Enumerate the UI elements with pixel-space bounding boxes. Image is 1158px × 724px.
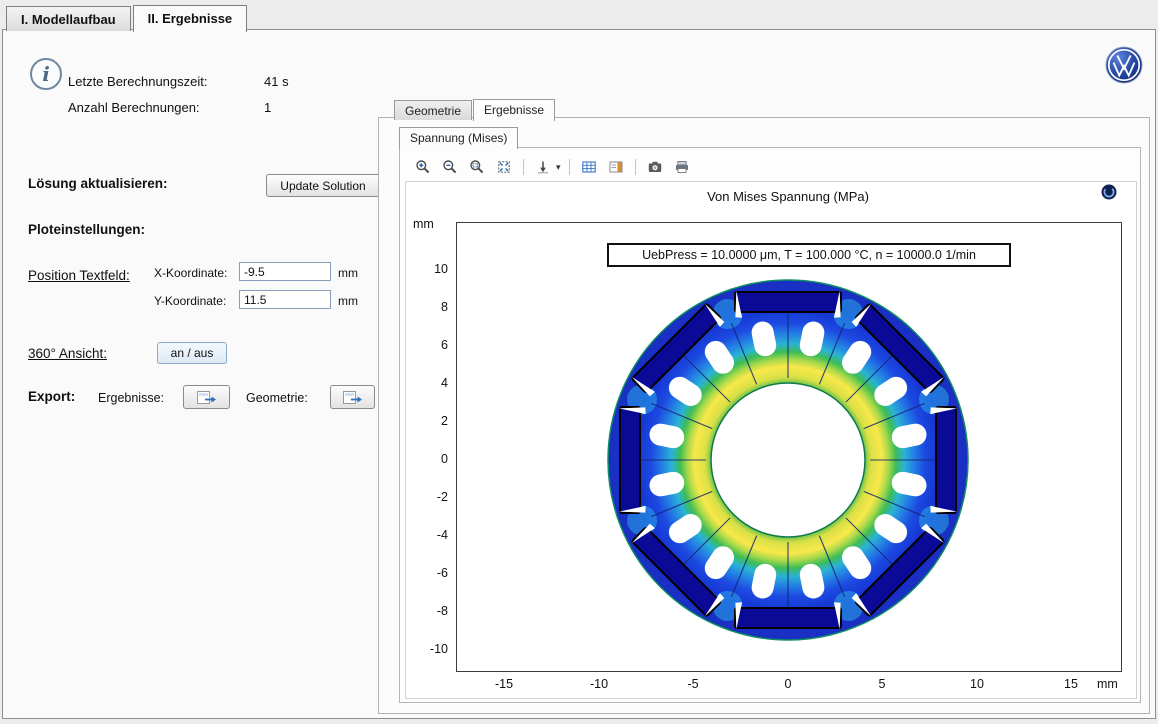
camera-icon (647, 159, 663, 175)
y-coordinate-label: Y-Koordinate: (154, 294, 226, 308)
main-tabbar: I. Modellaufbau II. Ergebnisse (6, 5, 249, 31)
zoom-out-icon (442, 159, 458, 175)
print-button[interactable] (671, 157, 693, 177)
zoom-in-button[interactable] (412, 157, 434, 177)
snapshot-button[interactable] (644, 157, 666, 177)
export-results-icon (197, 391, 217, 404)
legend-icon (608, 159, 624, 175)
chevron-down-icon[interactable]: ▾ (556, 162, 561, 173)
toolbar-separator (569, 159, 570, 175)
y-axis-unit: mm (413, 217, 434, 231)
zoom-extents-button[interactable] (493, 157, 515, 177)
y-unit-label: mm (338, 294, 358, 308)
y-coordinate-input[interactable] (239, 290, 331, 309)
calc-count-value: 1 (264, 100, 271, 115)
y-tick-label: 6 (404, 338, 452, 352)
grid-icon (581, 159, 597, 175)
y-tick-label: -8 (404, 604, 452, 618)
plot-tabbar: Spannung (Mises) (399, 127, 519, 148)
export-results-label: Ergebnisse: (98, 391, 164, 405)
vw-logo (1105, 46, 1143, 84)
x-tick-label: 5 (857, 677, 907, 691)
plot-canvas[interactable] (456, 222, 1122, 672)
tab-spannung-mises[interactable]: Spannung (Mises) (399, 127, 518, 149)
calc-count-label: Anzahl Berechnungen: (68, 100, 200, 115)
y-tick-label: 2 (404, 414, 452, 428)
last-calc-label: Letzte Berechnungszeit: (68, 74, 207, 89)
orientation-arrow-icon (535, 159, 551, 175)
comsol-logo-icon (1101, 184, 1117, 200)
update-solution-button[interactable]: Update Solution (266, 174, 380, 197)
plot-orientation-button[interactable] (532, 157, 554, 177)
y-tick-label: -2 (404, 490, 452, 504)
y-tick-label: 0 (404, 452, 452, 466)
app-window: I. Modellaufbau II. Ergebnisse i Letzte … (0, 0, 1158, 724)
tab-ergebnisse[interactable]: II. Ergebnisse (133, 5, 248, 32)
legend-toggle-button[interactable] (605, 157, 627, 177)
plot-toolbar: ▾ (412, 155, 693, 179)
export-geometry-label: Geometrie: (246, 391, 308, 405)
toolbar-separator (523, 159, 524, 175)
grid-toggle-button[interactable] (578, 157, 600, 177)
zoom-out-button[interactable] (439, 157, 461, 177)
zoom-box-icon (469, 159, 485, 175)
tab-ergebnisse-view[interactable]: Ergebnisse (473, 99, 555, 121)
export-results-button[interactable] (183, 385, 230, 409)
x-tick-label: -5 (668, 677, 718, 691)
y-tick-label: 4 (404, 376, 452, 390)
plot-annotation: UebPress = 10.0000 μm, T = 100.000 °C, n… (607, 243, 1011, 267)
x-coordinate-input[interactable] (239, 262, 331, 281)
y-tick-label: 10 (404, 262, 452, 276)
view-tabbar: Geometrie Ergebnisse (394, 99, 556, 120)
plot-title: Von Mises Spannung (MPa) (456, 189, 1120, 204)
zoom-in-icon (415, 159, 431, 175)
x-coordinate-label: X-Koordinate: (154, 266, 227, 280)
last-calc-value: 41 s (264, 74, 289, 89)
tab-modellaufbau[interactable]: I. Modellaufbau (6, 6, 131, 31)
export-geometry-button[interactable] (330, 385, 375, 409)
y-tick-label: -4 (404, 528, 452, 542)
info-icon: i (30, 58, 62, 90)
view-360-label: 360° Ansicht: (28, 346, 107, 361)
export-label: Export: (28, 389, 75, 404)
info-icon-glyph: i (42, 62, 50, 86)
printer-icon (674, 159, 690, 175)
x-unit-label: mm (338, 266, 358, 280)
x-tick-label: 0 (763, 677, 813, 691)
view-360-toggle-button[interactable]: an / aus (157, 342, 227, 364)
tab-geometrie[interactable]: Geometrie (394, 100, 472, 120)
y-tick-label: 8 (404, 300, 452, 314)
rotor-stress-plot (457, 223, 1119, 669)
toolbar-separator (635, 159, 636, 175)
x-tick-label: 15 (1046, 677, 1096, 691)
x-tick-label: -15 (479, 677, 529, 691)
x-tick-label: 10 (952, 677, 1002, 691)
update-solution-label: Lösung aktualisieren: (28, 176, 168, 191)
zoom-extents-icon (496, 159, 512, 175)
zoom-box-button[interactable] (466, 157, 488, 177)
y-tick-label: -10 (404, 642, 452, 656)
position-textfield-label: Position Textfeld: (28, 268, 130, 283)
x-axis-unit: mm (1097, 677, 1118, 691)
y-tick-label: -6 (404, 566, 452, 580)
comsol-logo-button[interactable] (1101, 184, 1117, 200)
export-geometry-icon (343, 391, 363, 404)
x-tick-label: -10 (574, 677, 624, 691)
plot-settings-heading: Ploteinstellungen: (28, 222, 145, 237)
